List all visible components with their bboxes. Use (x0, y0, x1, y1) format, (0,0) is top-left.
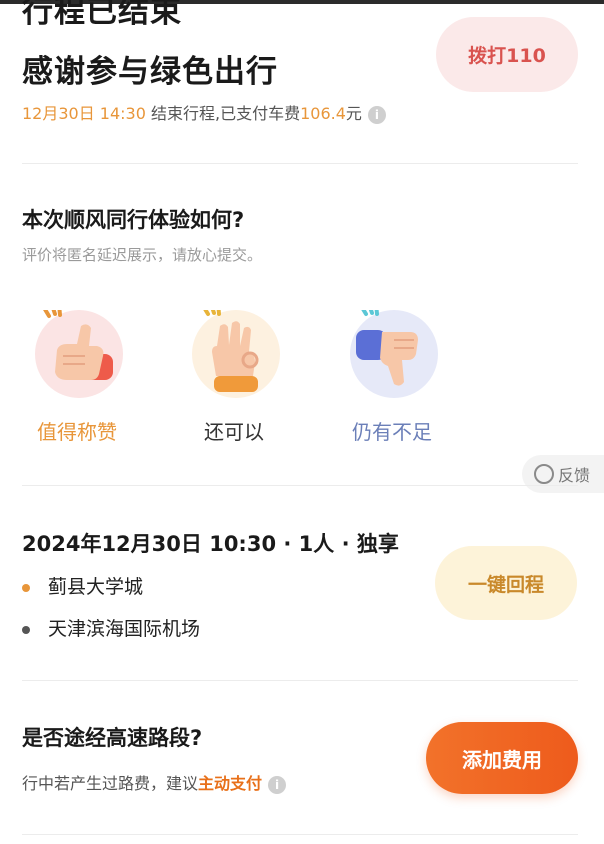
pay-proactively-link[interactable]: 主动支付 (198, 774, 262, 793)
feedback-button[interactable]: 反馈 (522, 455, 604, 493)
feedback-label: 反馈 (558, 466, 591, 485)
trip-summary: 12月30日 14:30 结束行程,已支付车费106.4元 i (22, 100, 386, 124)
destination-label: 天津滨海国际机场 (48, 618, 201, 640)
info-icon[interactable]: i (367, 105, 386, 124)
rating-hint: 评价将匿名延迟展示，请放心提交。 (22, 246, 263, 264)
divider (22, 680, 578, 681)
ok-hand-icon (192, 299, 280, 398)
add-fee-button[interactable]: 添加费用 (426, 722, 578, 794)
rating-question: 本次顺风同行体验如何? (22, 208, 245, 232)
info-icon[interactable]: i (268, 775, 287, 794)
highway-hint: 行中若产生过路费，建议主动支付 i (22, 770, 287, 794)
rating-option-praise[interactable]: 值得称赞 (7, 292, 147, 452)
divider (22, 485, 578, 486)
one-click-return-button[interactable]: 一键回程 (435, 546, 577, 620)
highway-question: 是否途经高速路段? (22, 726, 203, 750)
summary-text: 结束行程,已支付车费 (145, 104, 301, 123)
hint-prefix: 行中若产生过路费，建议 (22, 774, 199, 793)
origin-dot-icon (22, 583, 30, 592)
call-110-button[interactable]: 拨打110 (436, 17, 578, 92)
fare-unit: 元 (345, 104, 362, 123)
trip-status-title: 行程已结束 (22, 0, 182, 30)
divider (22, 163, 578, 164)
trip-datetime: 2024年12月30日 10:30 · 1人 · 独享 (22, 532, 399, 556)
divider (22, 834, 578, 835)
rating-option-label: 仍有不足 (352, 420, 432, 444)
thumbs-down-icon (350, 299, 438, 398)
fare-amount: 106.4 (300, 104, 346, 123)
thumbs-up-icon (35, 300, 123, 398)
origin-label: 蓟县大学城 (48, 576, 144, 598)
route-destination: 天津滨海国际机场 (22, 614, 200, 641)
rating-option-insufficient[interactable]: 仍有不足 (322, 292, 462, 452)
end-time: 12月30日 14:30 (22, 104, 146, 123)
rating-option-label: 还可以 (204, 420, 264, 444)
thanks-title: 感谢参与绿色出行 (22, 54, 278, 90)
edit-icon (534, 464, 554, 484)
destination-dot-icon (22, 625, 30, 634)
rating-option-label: 值得称赞 (37, 420, 117, 444)
rating-option-ok[interactable]: 还可以 (164, 292, 304, 452)
route-origin: 蓟县大学城 (22, 572, 143, 599)
